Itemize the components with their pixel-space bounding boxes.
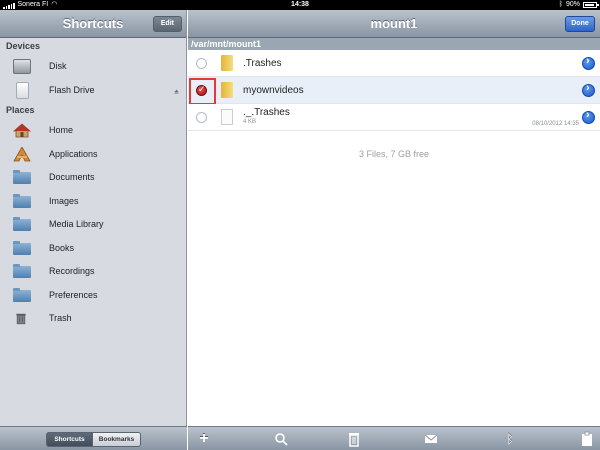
sidebar-item-label: Trash <box>49 313 72 323</box>
search-icon[interactable] <box>272 430 290 448</box>
bottom-toolbar: + ᛒ <box>188 426 600 450</box>
browser-title: mount1 <box>370 16 418 31</box>
sidebar-item-home[interactable]: Home <box>0 119 186 143</box>
files-summary: 3 Files, 7 GB free <box>358 149 430 159</box>
disclosure-icon[interactable] <box>582 55 595 70</box>
file-row-trashes[interactable]: .Trashes <box>188 50 600 77</box>
sidebar-item-disk[interactable]: Disk <box>0 55 186 79</box>
folder-icon <box>13 287 31 302</box>
sidebar-item-media-library[interactable]: Media Library <box>0 213 186 237</box>
path-bar: /var/mnt/mount1 <box>188 38 600 50</box>
sidebar-item-images[interactable]: Images <box>0 190 186 214</box>
clock: 14:38 <box>291 1 309 8</box>
devices-header: Devices <box>6 41 41 51</box>
folder-icon <box>13 170 31 184</box>
trash-icon[interactable] <box>345 430 363 448</box>
sidebar-item-flash-drive[interactable]: Flash Drive <box>0 79 186 103</box>
sidebar-navbar: Shortcuts Edit <box>0 10 186 38</box>
browser-navbar: mount1 Done <box>188 10 600 38</box>
clipboard-icon[interactable] <box>578 430 596 448</box>
sidebar-item-label: Home <box>49 125 74 135</box>
flash-drive-icon <box>16 81 29 99</box>
file-date: 08/10/2012 14:35 <box>532 121 579 127</box>
bluetooth-status-icon: ᛒ <box>558 1 563 8</box>
file-browser: mount1 Done /var/mnt/mount1 .Trashes myo… <box>188 10 600 450</box>
sidebar-item-label: Images <box>49 195 79 206</box>
sidebar-item-trash[interactable]: Trash <box>0 307 186 331</box>
disk-icon <box>13 59 31 74</box>
segment-shortcuts[interactable]: Shortcuts <box>46 432 93 447</box>
home-icon <box>13 123 31 138</box>
sidebar-bottom-bar: Shortcuts Bookmarks <box>0 426 187 450</box>
folder-icon <box>13 264 31 278</box>
sidebar-item-label: Media Library <box>49 219 104 229</box>
folder-icon <box>221 55 233 71</box>
sidebar-item-label: Preferences <box>49 289 98 300</box>
eject-icon[interactable] <box>174 89 179 94</box>
disclosure-icon[interactable] <box>582 82 595 97</box>
document-icon <box>221 109 233 125</box>
sidebar-item-label: Books <box>49 242 75 253</box>
sidebar-item-label: Recordings <box>49 266 95 276</box>
folder-icon <box>13 240 31 255</box>
sidebar-item-recordings[interactable]: Recordings <box>0 260 186 284</box>
sidebar-item-applications[interactable]: Applications <box>0 143 186 167</box>
sidebar-item-preferences[interactable]: Preferences <box>0 284 186 308</box>
select-radio-checked[interactable] <box>196 84 207 96</box>
folder-icon <box>13 193 31 208</box>
file-name: ._.Trashes <box>243 107 290 118</box>
disclosure-icon[interactable] <box>582 109 595 124</box>
battery-fill <box>585 4 594 6</box>
file-name: .Trashes <box>243 58 282 69</box>
folder-icon <box>221 82 233 98</box>
sidebar-item-label: Flash Drive <box>49 84 95 95</box>
folder-icon <box>13 217 31 231</box>
battery-percent: 90% <box>565 1 580 8</box>
file-name: myownvideos <box>243 85 304 96</box>
battery-icon <box>583 2 599 8</box>
file-row-myownvideos[interactable]: myownvideos <box>188 77 600 105</box>
select-radio[interactable] <box>196 58 207 69</box>
sidebar-item-label: Disk <box>49 61 67 71</box>
select-radio[interactable] <box>196 112 207 123</box>
places-header: Places <box>6 105 35 115</box>
edit-button[interactable]: Edit <box>152 16 182 32</box>
done-button[interactable]: Done <box>565 16 595 32</box>
sidebar-item-label: Applications <box>49 148 98 159</box>
bluetooth-icon[interactable]: ᛒ <box>501 430 519 448</box>
status-bar: Sonera FI ◠ 14:38 ᛒ 90% <box>0 0 600 10</box>
file-size: 4 KB <box>243 119 257 125</box>
sidebar-item-books[interactable]: Books <box>0 237 186 261</box>
trash-icon <box>16 313 26 325</box>
segment-bookmarks[interactable]: Bookmarks <box>93 432 141 447</box>
applications-icon <box>13 146 31 161</box>
sidebar-item-documents[interactable]: Documents <box>0 166 186 190</box>
add-icon[interactable]: + <box>195 430 213 448</box>
status-right: ᛒ 90% <box>558 0 599 10</box>
sidebar-item-label: Documents <box>49 172 95 182</box>
mail-icon[interactable] <box>422 430 440 448</box>
shortcuts-sidebar: Shortcuts Edit Devices Disk Flash Drive … <box>0 10 187 450</box>
file-row-dot-trashes[interactable]: ._.Trashes 4 KB 08/10/2012 14:35 <box>188 104 600 131</box>
